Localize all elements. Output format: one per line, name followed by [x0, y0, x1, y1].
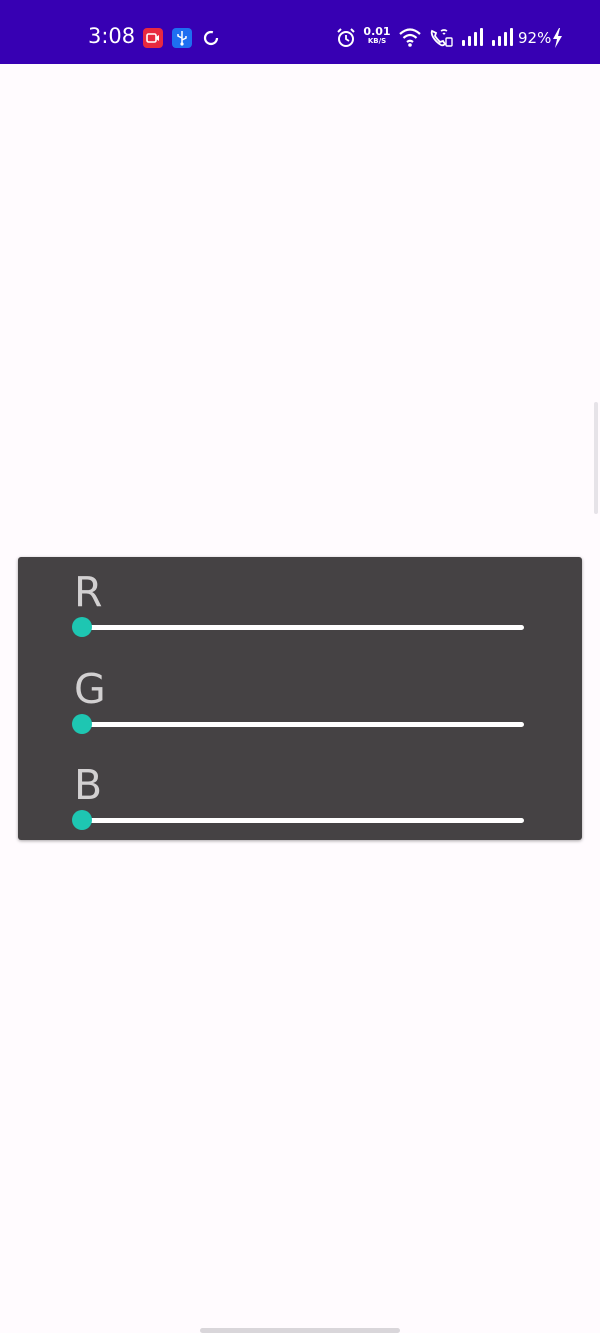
- status-time: 3:08: [88, 24, 136, 48]
- slider-track: [80, 722, 524, 727]
- blue-channel-label: B: [74, 761, 103, 809]
- wifi-calling-icon: [428, 24, 454, 52]
- network-speed: 0.01 KB/S: [362, 26, 392, 45]
- signal-icon: [490, 24, 514, 52]
- gesture-navigation-bar[interactable]: [200, 1328, 400, 1333]
- color-picker-panel: R G B: [18, 557, 582, 840]
- network-speed-unit: KB/S: [367, 37, 387, 45]
- red-channel-label: R: [74, 568, 103, 616]
- blue-slider[interactable]: [72, 807, 524, 833]
- scroll-indicator[interactable]: [594, 402, 598, 514]
- green-channel-label: G: [74, 665, 106, 713]
- wifi-icon: [398, 24, 422, 52]
- slider-track: [80, 625, 524, 630]
- charging-icon: [550, 24, 564, 52]
- alarm-icon: [335, 24, 357, 52]
- slider-thumb[interactable]: [72, 714, 92, 734]
- slider-thumb[interactable]: [72, 617, 92, 637]
- status-bar: 3:08 0.01 KB/S 92%: [0, 0, 600, 64]
- sync-icon: [201, 28, 221, 48]
- network-speed-value: 0.01: [363, 25, 391, 38]
- battery-level: 92%: [518, 29, 552, 47]
- usb-debug-icon: [172, 28, 192, 48]
- screen-recorder-icon: [143, 28, 163, 48]
- slider-thumb[interactable]: [72, 810, 92, 830]
- signal-icon: [460, 24, 484, 52]
- green-slider[interactable]: [72, 711, 524, 737]
- slider-track: [80, 818, 524, 823]
- red-slider[interactable]: [72, 614, 524, 640]
